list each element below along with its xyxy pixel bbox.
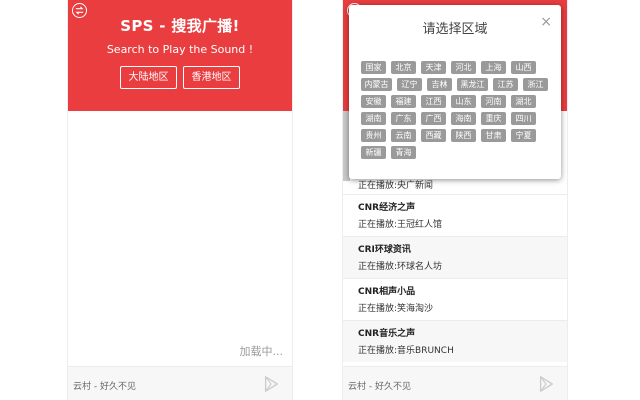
player-footer: 云村 - 好久不见	[343, 366, 567, 400]
now-playing-song: 云村 - 好久不见	[348, 382, 411, 392]
region-tag[interactable]: 安徽	[361, 95, 386, 108]
region-tag[interactable]: 宁夏	[511, 129, 536, 142]
play-triangle-icon[interactable]	[262, 375, 280, 393]
region-tag[interactable]: 内蒙古	[361, 78, 392, 91]
app-subtitle: Search to Play the Sound !	[106, 43, 254, 56]
station-name: CNR经济之声	[358, 203, 416, 213]
region-tag-list: 国家 北京 天津 河北 上海 山西内蒙古 辽宁 吉林 黑龙江 江苏 浙江安徽 福建 江西 山东 河南 湖北湖南…	[361, 61, 551, 159]
region-tag[interactable]: 上海	[481, 61, 506, 74]
region-tag[interactable]: 山东	[451, 95, 476, 108]
play-triangle-icon[interactable]	[537, 375, 555, 393]
region-tag[interactable]: 甘肃	[481, 129, 506, 142]
station-item[interactable]: CRI环球资讯 正在播放:环球名人坊	[343, 236, 567, 278]
close-icon[interactable]: ×	[540, 15, 552, 29]
now-playing-song: 云村 - 好久不见	[73, 382, 136, 392]
region-picker-modal: 请选择区域 × 国家 北京 天津 河北 上海 山西内蒙古 辽宁 吉林 黑龙江 江苏 浙江安徽 福建 江西…	[349, 5, 561, 179]
region-tag[interactable]: 河北	[451, 61, 476, 74]
station-now-playing: 正在播放:王冠红人馆	[358, 220, 443, 230]
station-name: CNR音乐之声	[358, 329, 416, 339]
header-banner: SPS - 搜我广播! Search to Play the Sound ! 大…	[68, 0, 292, 111]
station-now-playing: 正在播放:笑海淘沙	[358, 304, 434, 314]
region-tag[interactable]: 江西	[421, 95, 446, 108]
station-now-playing: 正在播放:音乐BRUNCH	[358, 346, 454, 356]
station-now-playing: 正在播放:环球名人坊	[358, 262, 443, 272]
station-name: CRI环球资讯	[358, 245, 411, 255]
region-tag[interactable]: 广西	[421, 112, 446, 125]
region-tag[interactable]: 湖北	[511, 95, 536, 108]
station-item[interactable]: CNR音乐之声 正在播放:音乐BRUNCH	[343, 320, 567, 362]
region-tag[interactable]: 福建	[391, 95, 416, 108]
region-tag[interactable]: 天津	[421, 61, 446, 74]
station-name: CNR相声小品	[358, 287, 416, 297]
region-tag[interactable]: 贵州	[361, 129, 386, 142]
region-tag[interactable]: 吉林	[427, 78, 452, 91]
region-tag[interactable]: 新疆	[361, 146, 386, 159]
region-tag[interactable]: 广东	[391, 112, 416, 125]
region-tag[interactable]: 北京	[391, 61, 416, 74]
region-tag[interactable]: 湖南	[361, 112, 386, 125]
region-tag[interactable]: 陕西	[451, 129, 476, 142]
player-footer: 云村 - 好久不见	[68, 366, 292, 400]
region-tag[interactable]: 西藏	[421, 129, 446, 142]
region-tag[interactable]: 云南	[391, 129, 416, 142]
region-tag[interactable]: 四川	[511, 112, 536, 125]
region-tag[interactable]: 浙江	[523, 78, 548, 91]
region-tag[interactable]: 国家	[361, 61, 386, 74]
modal-title: 请选择区域	[422, 22, 488, 37]
region-tag[interactable]: 海南	[451, 112, 476, 125]
region-tag[interactable]: 河南	[481, 95, 506, 108]
home-screen: SPS - 搜我广播! Search to Play the Sound ! 大…	[67, 0, 293, 400]
app-title: SPS - 搜我广播!	[120, 17, 240, 35]
station-item[interactable]: CNR经济之声 正在播放:王冠红人馆	[343, 194, 567, 236]
region-tag[interactable]: 江苏	[493, 78, 518, 91]
region-buttons: 大陆地区 香港地区	[68, 66, 292, 89]
mainland-region-button[interactable]: 大陆地区	[120, 66, 177, 89]
region-tag[interactable]: 山西	[511, 61, 536, 74]
region-picker-screen: 正在播放:央广新闻 CNR经济之声 正在播放:王冠红人馆 CRI环球资讯 正在播…	[342, 0, 568, 400]
loading-text: 加载中...	[239, 345, 284, 358]
station-list: 正在播放:央广新闻 CNR经济之声 正在播放:王冠红人馆 CRI环球资讯 正在播…	[343, 172, 567, 362]
station-item[interactable]: CNR相声小品 正在播放:笑海淘沙	[343, 278, 567, 320]
region-tag[interactable]: 重庆	[481, 112, 506, 125]
region-tag[interactable]: 辽宁	[397, 78, 422, 91]
app-screenshot: SPS - 搜我广播! Search to Play the Sound ! 大…	[0, 0, 640, 400]
region-tag[interactable]: 青海	[391, 146, 416, 159]
region-tag[interactable]: 黑龙江	[457, 78, 488, 91]
hongkong-region-button[interactable]: 香港地区	[183, 66, 240, 89]
